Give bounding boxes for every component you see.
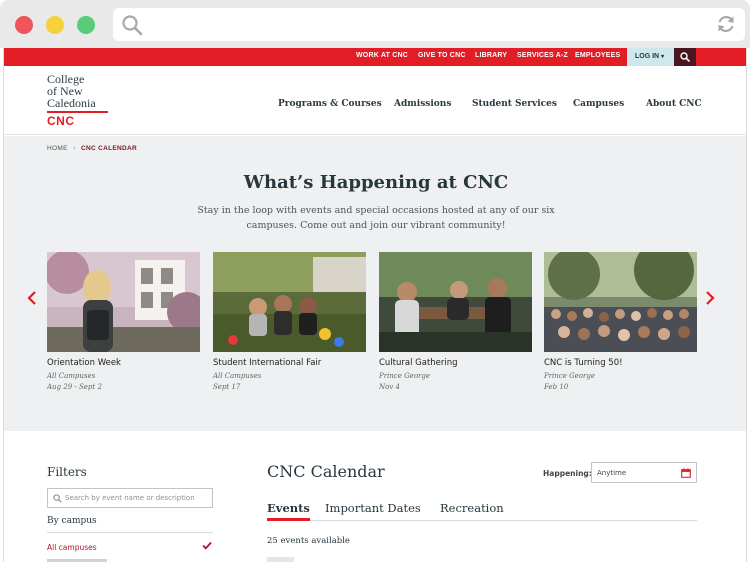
event-image-orientation bbox=[47, 252, 200, 352]
carousel-next-icon[interactable] bbox=[704, 290, 716, 306]
event-card[interactable]: Orientation Week All Campuses Aug 29 - S… bbox=[47, 252, 200, 393]
window-close-button[interactable] bbox=[15, 16, 33, 34]
event-card[interactable]: Student International Fair All Campuses … bbox=[213, 252, 366, 393]
breadcrumb-current: CNC CALENDAR bbox=[81, 145, 137, 152]
search-icon bbox=[53, 494, 62, 503]
logo-cnc: CNC bbox=[47, 114, 75, 128]
calendar-icon[interactable] bbox=[681, 468, 691, 478]
browser-chrome bbox=[0, 0, 750, 48]
event-image-fair bbox=[213, 252, 366, 352]
logo-line-3: Caledonia bbox=[47, 96, 96, 110]
util-link-services[interactable]: SERVICES A-Z bbox=[517, 52, 568, 59]
event-image-anniversary bbox=[544, 252, 697, 352]
by-campus-heading: By campus bbox=[47, 516, 97, 526]
hero-section: HOME › CNC CALENDAR What’s Happening at … bbox=[4, 136, 746, 431]
caret-down-icon: ▾ bbox=[661, 54, 665, 60]
event-card[interactable]: Cultural Gathering Prince George Nov 4 bbox=[379, 252, 532, 393]
tab-important-dates[interactable]: Important Dates bbox=[325, 501, 421, 515]
nav-admissions[interactable]: Admissions bbox=[394, 99, 451, 109]
event-title[interactable]: Student International Fair bbox=[213, 358, 366, 368]
event-title[interactable]: CNC is Turning 50! bbox=[544, 358, 697, 368]
happening-label: Happening: bbox=[543, 469, 592, 478]
tabs-divider bbox=[267, 520, 697, 521]
happening-date-field[interactable]: Anytime bbox=[591, 462, 697, 483]
website: WORK AT CNC GIVE TO CNC LIBRARY SERVICES… bbox=[3, 48, 747, 562]
tab-events[interactable]: Events bbox=[267, 501, 310, 515]
event-campus: Prince George bbox=[379, 372, 431, 380]
util-link-library[interactable]: LIBRARY bbox=[475, 52, 507, 59]
happening-value: Anytime bbox=[597, 469, 627, 477]
site-header: College of New Caledonia CNC Programs & … bbox=[4, 66, 746, 135]
nav-programs[interactable]: Programs & Courses bbox=[278, 99, 382, 109]
util-link-give[interactable]: GIVE TO CNC bbox=[418, 52, 466, 59]
event-date: Aug 29 - Sept 2 bbox=[47, 383, 102, 391]
window-maximize-button[interactable] bbox=[77, 16, 95, 34]
event-date: Nov 4 bbox=[379, 383, 400, 391]
page-subtitle: Stay in the loop with events and special… bbox=[197, 205, 555, 231]
event-search-input[interactable]: Search by event name or description bbox=[47, 488, 213, 508]
filter-all-campuses[interactable]: All campuses bbox=[47, 543, 97, 552]
login-button[interactable]: LOG IN ▾ bbox=[627, 48, 674, 66]
login-label: LOG IN bbox=[635, 53, 660, 60]
logo[interactable]: College of New Caledonia bbox=[47, 73, 117, 109]
search-icon bbox=[122, 15, 143, 36]
check-icon bbox=[202, 541, 212, 550]
utility-nav: WORK AT CNC GIVE TO CNC LIBRARY SERVICES… bbox=[4, 48, 746, 66]
nav-campuses[interactable]: Campuses bbox=[573, 99, 624, 109]
event-search-placeholder: Search by event name or description bbox=[65, 494, 195, 502]
event-title[interactable]: Cultural Gathering bbox=[379, 358, 532, 368]
page-title: What’s Happening at CNC bbox=[243, 172, 509, 193]
event-campus: All Campuses bbox=[213, 372, 262, 380]
util-link-employees[interactable]: EMPLOYEES bbox=[575, 52, 620, 59]
breadcrumb-home[interactable]: HOME bbox=[47, 145, 68, 152]
tab-recreation[interactable]: Recreation bbox=[440, 501, 504, 515]
active-tab-indicator bbox=[267, 518, 310, 521]
filter-divider bbox=[47, 532, 213, 533]
calendar-section: Filters Search by event name or descript… bbox=[4, 431, 746, 562]
reload-icon[interactable] bbox=[715, 13, 737, 35]
window-minimize-button[interactable] bbox=[46, 16, 64, 34]
carousel-prev-icon[interactable] bbox=[26, 290, 38, 306]
event-title[interactable]: Orientation Week bbox=[47, 358, 200, 368]
calendar-title: CNC Calendar bbox=[267, 462, 385, 481]
util-link-work[interactable]: WORK AT CNC bbox=[356, 52, 408, 59]
chevron-right-icon: › bbox=[73, 144, 76, 152]
address-bar[interactable] bbox=[113, 8, 745, 41]
event-image-cultural bbox=[379, 252, 532, 352]
event-card[interactable]: CNC is Turning 50! Prince George Feb 10 bbox=[544, 252, 697, 393]
logo-underline bbox=[47, 111, 108, 113]
nav-about[interactable]: About CNC bbox=[646, 99, 702, 109]
nav-student-services[interactable]: Student Services bbox=[472, 99, 557, 109]
search-icon bbox=[680, 52, 690, 62]
list-placeholder bbox=[267, 557, 294, 562]
site-search-button[interactable] bbox=[674, 48, 696, 66]
event-date: Sept 17 bbox=[213, 383, 241, 391]
event-campus: Prince George bbox=[544, 372, 596, 380]
filters-title: Filters bbox=[47, 465, 87, 479]
event-campus: All Campuses bbox=[47, 372, 96, 380]
events-count: 25 events available bbox=[267, 536, 350, 546]
event-date: Feb 10 bbox=[544, 383, 569, 391]
